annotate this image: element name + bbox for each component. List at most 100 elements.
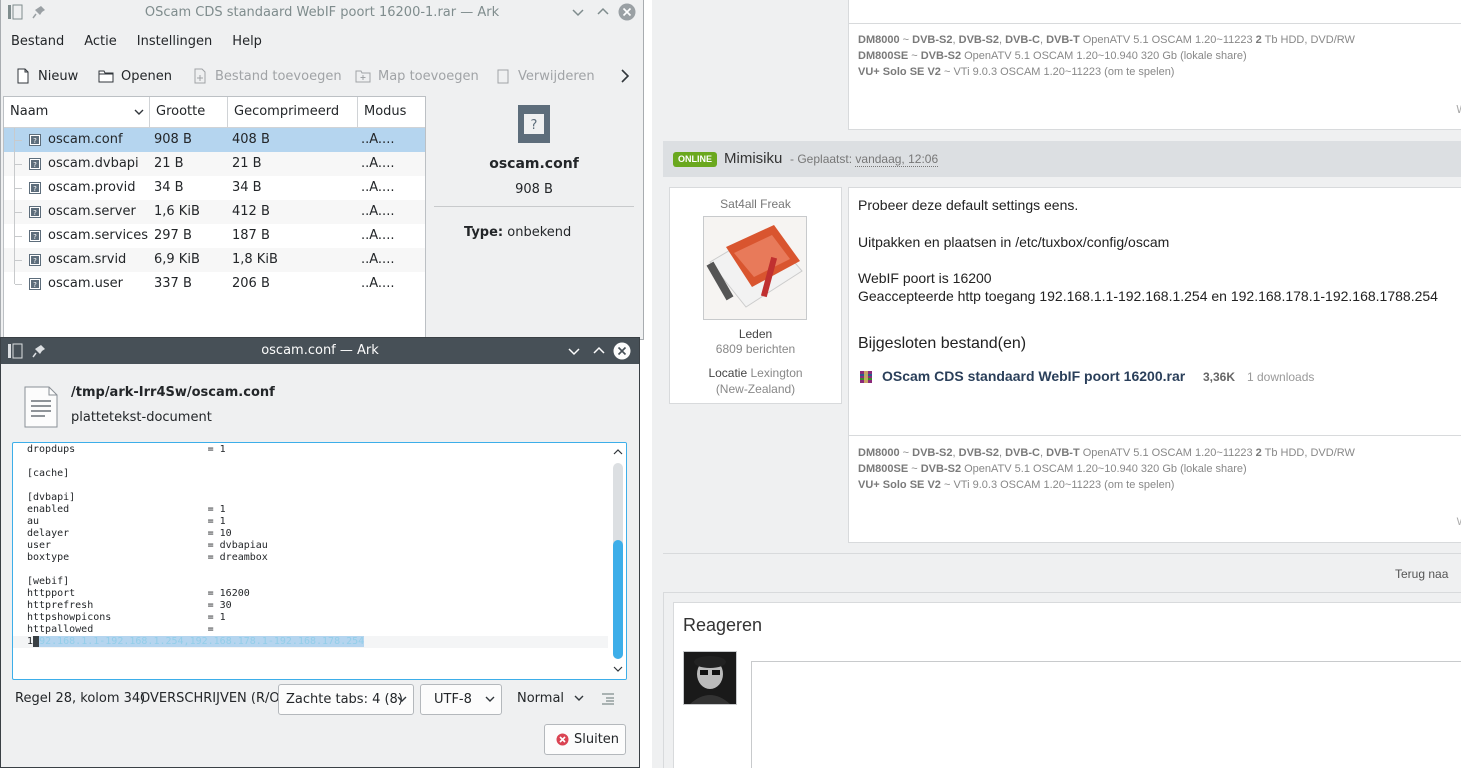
signature-bottom: DM8000 ~ DVB-S2, DVB-S2, DVB-C, DVB-T Op… [858, 447, 1355, 491]
file-name: oscam.server [48, 204, 136, 219]
info-filename: oscam.conf [489, 156, 579, 172]
col-size[interactable]: Grootte [150, 97, 228, 127]
scroll-down-icon[interactable] [613, 665, 623, 673]
svg-text:?: ? [33, 185, 37, 193]
author-location: Locatie Lexington [708, 366, 803, 380]
syntax-combo[interactable]: Normal [510, 684, 590, 715]
add-file-button[interactable]: Bestand toevoegen [192, 64, 342, 88]
editor-line: enabled = 1 [27, 504, 226, 515]
tree-line [14, 272, 22, 285]
new-button[interactable]: Nieuw [15, 64, 78, 88]
viewer-pin-icon[interactable] [31, 342, 47, 360]
editor-line: httpshowpicons = 1 [27, 612, 226, 623]
rar-icon [859, 370, 873, 384]
viewer-minimize-icon[interactable] [565, 342, 583, 360]
post-date: - Geplaatst: vandaag, 12:06 [790, 152, 939, 167]
file-row[interactable]: ? oscam.services 297 B 187 B ..A.... [4, 224, 425, 248]
add-folder-icon [355, 70, 371, 83]
editor-scrollbar[interactable] [609, 443, 626, 679]
col-name[interactable]: Naam [4, 97, 150, 127]
file-row[interactable]: ? oscam.dvbapi 21 B 21 B ..A.... [4, 152, 425, 176]
tree-line [14, 176, 22, 200]
file-row[interactable]: ? oscam.srvid 6,9 KiB 1,8 KiB ..A.... [4, 248, 425, 272]
file-row[interactable]: ? oscam.user 337 B 206 B ..A.... [4, 272, 425, 296]
menu-bestand[interactable]: Bestand [1, 31, 74, 53]
file-mode: ..A.... [361, 252, 395, 267]
text-editor[interactable]: dropdups = 1 [cache] [dvbapi] enabled = 1 au… [12, 442, 627, 680]
open-button[interactable]: Openen [98, 64, 172, 88]
online-badge: ONLINE [673, 152, 718, 167]
ark-viewer-window: oscam.conf — Ark /tmp/ark-Irr4Sw/oscam.c… [0, 337, 640, 768]
file-mode: ..A.... [361, 156, 395, 171]
editor-line: httpallowed = [27, 624, 214, 635]
unknown-file-icon: ? [28, 205, 42, 219]
chevron-down-icon [485, 696, 495, 702]
close-button[interactable]: Sluiten [544, 724, 626, 755]
ark-main-title: OScam CDS standaard WebIF poort 16200-1.… [144, 4, 500, 20]
ark-main-titlebar: OScam CDS standaard WebIF poort 16200-1.… [1, 0, 643, 24]
author-group: Leden [738, 327, 773, 341]
viewer-close-icon[interactable] [613, 342, 631, 360]
file-row[interactable]: ? oscam.conf 908 B 408 B ..A.... [4, 128, 425, 152]
viewer-titlebar: oscam.conf — Ark [1, 338, 639, 364]
back-link[interactable]: Terug naa [1395, 567, 1448, 581]
delete-button[interactable]: Verwijderen [495, 64, 595, 88]
svg-text:?: ? [33, 209, 37, 217]
svg-text:?: ? [33, 137, 37, 145]
tabs-combo[interactable]: Zachte tabs: 4 (8) [278, 684, 414, 715]
file-size: 337 B [154, 276, 192, 291]
post-header: ONLINE Mimisiku - Geplaatst: vandaag, 12… [663, 141, 1461, 177]
file-row[interactable]: ? oscam.provid 34 B 34 B ..A.... [4, 176, 425, 200]
menu-instellingen[interactable]: Instellingen [127, 31, 223, 53]
reply-avatar [683, 651, 737, 705]
add-folder-button[interactable]: Map toevoegen [355, 64, 479, 88]
viewer-maximize-icon[interactable] [590, 342, 608, 360]
col-mode[interactable]: Modus [358, 97, 427, 127]
file-compressed: 187 B [232, 228, 270, 243]
edit-mode[interactable]: OVERSCHRIJVEN (R/O) [140, 691, 285, 706]
svg-text:?: ? [33, 161, 37, 169]
attachments-title: Bijgesloten bestand(en) [858, 335, 1027, 352]
text-document-icon [23, 385, 59, 429]
toolbar-overflow-icon[interactable] [619, 64, 631, 88]
tree-line [14, 248, 22, 272]
author-avatar[interactable] [703, 216, 807, 320]
viewer-app-icon[interactable] [7, 342, 23, 360]
file-size: 1,6 KiB [154, 204, 200, 219]
post-username[interactable]: Mimisiku [724, 150, 782, 167]
reply-box: Reageren [673, 602, 1461, 768]
signature-top: DM8000 ~ DVB-S2, DVB-S2, DVB-C, DVB-T Op… [858, 34, 1355, 78]
chevron-down-icon [397, 696, 407, 702]
reply-editor[interactable] [751, 661, 1461, 768]
attachment-link[interactable]: OScam CDS standaard WebIF poort 16200.ra… [882, 368, 1185, 384]
file-row[interactable]: ? oscam.server 1,6 KiB 412 B ..A.... [4, 200, 425, 224]
app-menu-icon[interactable] [7, 3, 25, 21]
unknown-file-icon: ? [28, 229, 42, 243]
file-size: 34 B [154, 180, 184, 195]
maximize-icon[interactable] [594, 3, 612, 21]
post-top: DM8000 ~ DVB-S2, DVB-S2, DVB-C, DVB-T Op… [848, 0, 1461, 130]
menu-help[interactable]: Help [222, 31, 272, 53]
close-icon[interactable] [618, 3, 636, 21]
author-rank: Sat4all Freak [720, 197, 791, 211]
reply-title: Reageren [683, 615, 763, 635]
menu-actie[interactable]: Actie [74, 31, 127, 53]
scroll-up-icon[interactable] [613, 448, 623, 456]
indent-icon[interactable] [600, 692, 616, 706]
cursor-position[interactable]: Regel 28, kolom 34) [15, 691, 145, 706]
svg-text:?: ? [33, 257, 37, 265]
folder-open-icon [98, 70, 114, 83]
col-compressed[interactable]: Gecomprimeerd [228, 97, 358, 127]
viewer-title: oscam.conf — Ark [261, 343, 379, 358]
unknown-file-icon: ? [28, 253, 42, 267]
editor-line: [cache] [27, 468, 70, 479]
post-line-1: Probeer deze default settings eens. [858, 197, 1079, 213]
post-line-3: WebIF poort is 16200 [858, 270, 992, 286]
encoding-combo[interactable]: UTF-8 [420, 684, 502, 715]
author-card: Sat4all Freak Leden 6809 berichten Locat… [669, 187, 842, 404]
pin-icon[interactable] [31, 3, 49, 21]
minimize-icon[interactable] [569, 3, 587, 21]
scroll-thumb[interactable] [613, 540, 623, 659]
